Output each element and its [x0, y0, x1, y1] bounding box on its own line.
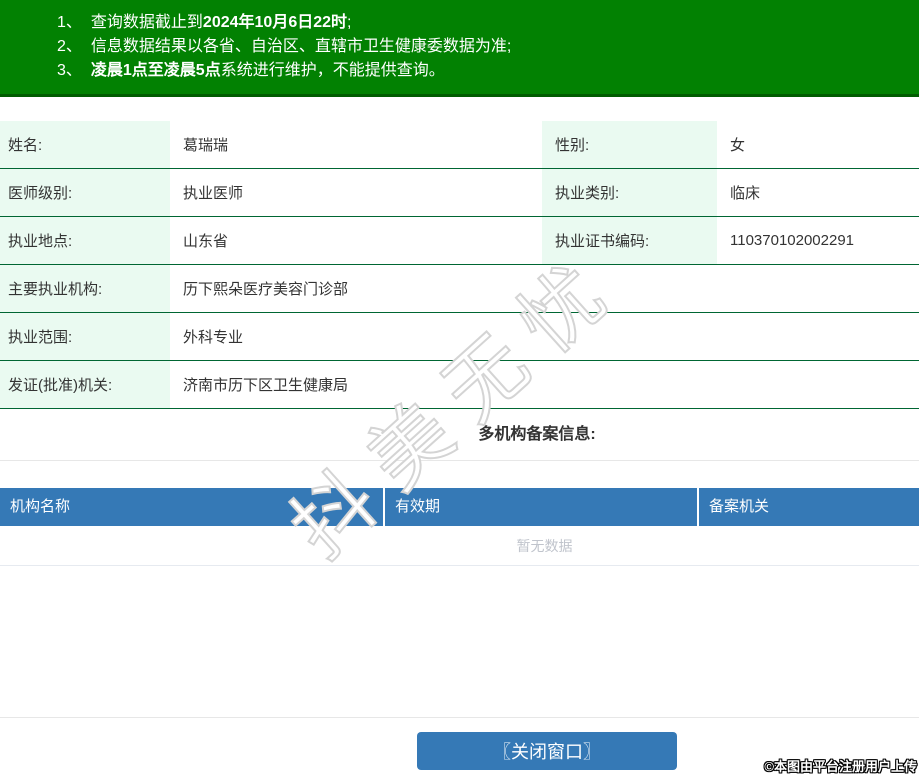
practice-category-label: 执业类别: [542, 169, 717, 216]
empty-data-placeholder: 暂无数据 [0, 526, 919, 566]
notice-text: 信息数据结果以各省、自治区、直辖市卫生健康委数据为准; [90, 38, 512, 55]
notice-text: 查询数据截止到 [90, 14, 203, 31]
column-header-institution-name: 机构名称 [0, 488, 383, 526]
notice-text-bold: 2024年10月6日22时 [202, 14, 348, 31]
notice-line-1: 1、 查询数据截止到2024年10月6日22时; [57, 11, 909, 35]
table-row-main-institution: 主要执业机构: 历下熙朵医疗美容门诊部 [0, 265, 919, 313]
practice-scope-label: 执业范围: [0, 313, 170, 360]
practice-location-label: 执业地点: [0, 217, 170, 264]
doctor-level-value: 执业医师 [183, 185, 244, 202]
notice-number: 3、 [57, 62, 82, 79]
issuing-authority-label: 发证(批准)机关: [0, 361, 170, 408]
main-institution-value: 历下熙朵医疗美容门诊部 [183, 281, 349, 298]
multi-org-section-heading: 多机构备案信息: [0, 409, 919, 461]
notice-banner: 1、 查询数据截止到2024年10月6日22时; 2、 信息数据结果以各省、自治区、… [0, 0, 919, 97]
issuing-authority-value: 济南市历下区卫生健康局 [183, 377, 349, 394]
doctor-level-label: 医师级别: [0, 169, 170, 216]
notice-text: 系统进行维护，不能提供查询。 [220, 62, 445, 79]
column-header-filing-authority: 备案机关 [699, 488, 919, 526]
notice-line-3: 3、 凌晨1点至凌晨5点系统进行维护，不能提供查询。 [57, 59, 909, 83]
name-label: 姓名: [0, 121, 170, 168]
notice-number: 1、 [57, 14, 82, 31]
notice-text-bold: 凌晨1点至凌晨5点 [90, 62, 221, 79]
multi-org-table-header: 机构名称 有效期 备案机关 [0, 488, 919, 526]
table-row-practice-scope: 执业范围: 外科专业 [0, 313, 919, 361]
gender-value: 女 [730, 137, 746, 154]
certificate-number-value: 110370102002291 [730, 232, 855, 249]
practice-scope-value: 外科专业 [183, 329, 244, 346]
main-institution-label: 主要执业机构: [0, 265, 170, 312]
attribution-watermark: ©本图由平台注册用户上传 [764, 759, 917, 774]
table-row-issuing-authority: 发证(批准)机关: 济南市历下区卫生健康局 [0, 361, 919, 409]
notice-number: 2、 [57, 38, 82, 55]
doctor-info-table: 姓名: 葛瑞瑞 性别: 女 医师级别: 执业医师 执业类别: 临床 执业地点: … [0, 121, 919, 409]
practitioner-query-page: 1、 查询数据截止到2024年10月6日22时; 2、 信息数据结果以各省、自治区、… [0, 0, 919, 778]
notice-text: ; [347, 14, 352, 31]
name-value: 葛瑞瑞 [183, 137, 229, 154]
practice-location-value: 山东省 [183, 233, 229, 250]
table-row-level-category: 医师级别: 执业医师 执业类别: 临床 [0, 169, 919, 217]
notice-line-2: 2、 信息数据结果以各省、自治区、直辖市卫生健康委数据为准; [57, 35, 909, 59]
spacer [0, 566, 919, 718]
gender-label: 性别: [542, 121, 717, 168]
close-window-button[interactable]: 〖关闭窗口〗 [417, 732, 677, 770]
column-header-validity-period: 有效期 [385, 488, 697, 526]
table-row-name-gender: 姓名: 葛瑞瑞 性别: 女 [0, 121, 919, 169]
practice-category-value: 临床 [730, 185, 761, 202]
certificate-number-label: 执业证书编码: [542, 217, 717, 264]
table-row-location-certificate: 执业地点: 山东省 执业证书编码: 110370102002291 [0, 217, 919, 265]
